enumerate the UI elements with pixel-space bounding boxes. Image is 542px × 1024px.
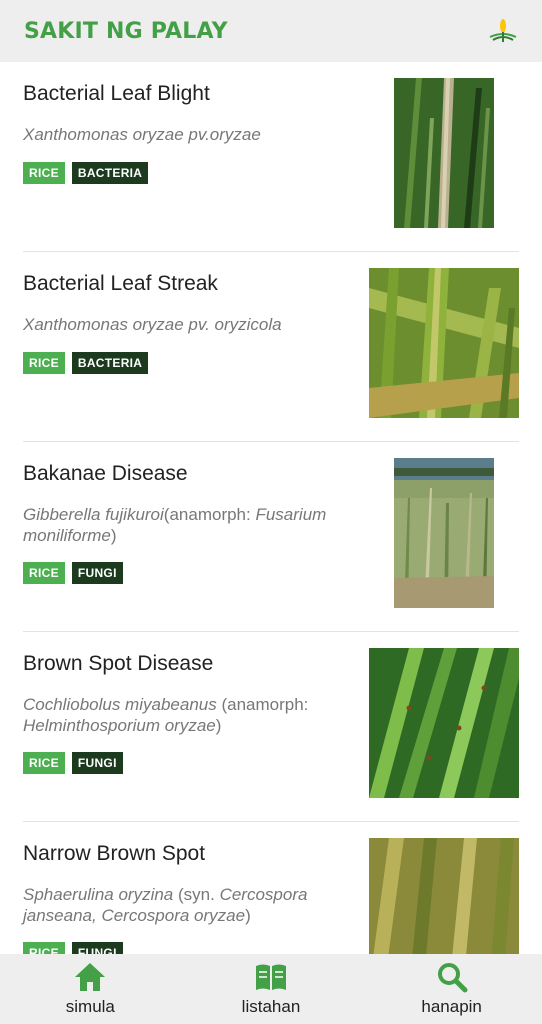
scientific-name: Gibberella fujikuroi(anamorph: Fusarium … (23, 505, 327, 545)
app-bar: SAKIT NG PALAY (0, 0, 542, 62)
search-icon (436, 961, 468, 993)
scientific-name: Xanthomonas oryzae pv.oryzae (23, 125, 261, 144)
tag-rice: RICE (23, 752, 65, 774)
disease-name: Bacterial Leaf Streak (23, 272, 218, 295)
tag-list: RICE FUNGI (23, 942, 123, 954)
app-title: SAKIT NG PALAY (24, 18, 228, 44)
tag-rice: RICE (23, 562, 65, 584)
tag-type: FUNGI (71, 752, 123, 774)
disease-thumbnail (369, 268, 519, 418)
tag-type: FUNGI (71, 942, 123, 954)
disease-item[interactable]: Bakanae Disease Gibberella fujikuroi(ana… (23, 442, 519, 632)
tag-type: BACTERIA (71, 352, 149, 374)
disease-name: Bacterial Leaf Blight (23, 82, 210, 105)
nav-label: simula (65, 997, 115, 1016)
scientific-name: Cochliobolus miyabeanus (anamorph: Helmi… (23, 695, 309, 735)
disease-name: Bakanae Disease (23, 462, 188, 485)
disease-item[interactable]: Narrow Brown Spot Sphaerulina oryzina (s… (23, 822, 519, 954)
nav-simula[interactable]: simula (15, 961, 165, 1017)
tag-type: FUNGI (71, 562, 123, 584)
bottom-nav: simula listahan hanapin (0, 954, 542, 1024)
nav-label: listahan (241, 997, 301, 1016)
scientific-name: Sphaerulina oryzina (syn. Cercospora jan… (23, 885, 308, 925)
disease-item[interactable]: Bacterial Leaf Streak Xanthomonas oryzae… (23, 252, 519, 442)
tag-rice: RICE (23, 942, 65, 954)
tag-list: RICE FUNGI (23, 562, 123, 584)
rice-plant-icon[interactable] (488, 16, 518, 46)
tag-rice: RICE (23, 352, 65, 374)
disease-item[interactable]: Brown Spot Disease Cochliobolus miyabean… (23, 632, 519, 822)
tag-list: RICE FUNGI (23, 752, 123, 774)
tag-type: BACTERIA (71, 162, 149, 184)
tag-rice: RICE (23, 162, 65, 184)
disease-thumbnail (369, 648, 519, 798)
nav-hanapin[interactable]: hanapin (377, 961, 527, 1017)
tag-list: RICE BACTERIA (23, 352, 149, 374)
scientific-name: Xanthomonas oryzae pv. oryzicola (23, 315, 282, 334)
disease-item[interactable]: Bacterial Leaf Blight Xanthomonas oryzae… (23, 62, 519, 252)
disease-name: Brown Spot Disease (23, 652, 214, 675)
disease-thumbnail (394, 78, 494, 228)
nav-label: hanapin (421, 997, 482, 1016)
nav-listahan[interactable]: listahan (196, 961, 346, 1017)
book-icon (254, 961, 288, 993)
disease-name: Narrow Brown Spot (23, 842, 206, 865)
disease-list[interactable]: Bacterial Leaf Blight Xanthomonas oryzae… (0, 62, 542, 954)
disease-thumbnail (369, 838, 519, 954)
tag-list: RICE BACTERIA (23, 162, 149, 184)
disease-thumbnail (394, 458, 494, 608)
home-icon (73, 961, 107, 993)
